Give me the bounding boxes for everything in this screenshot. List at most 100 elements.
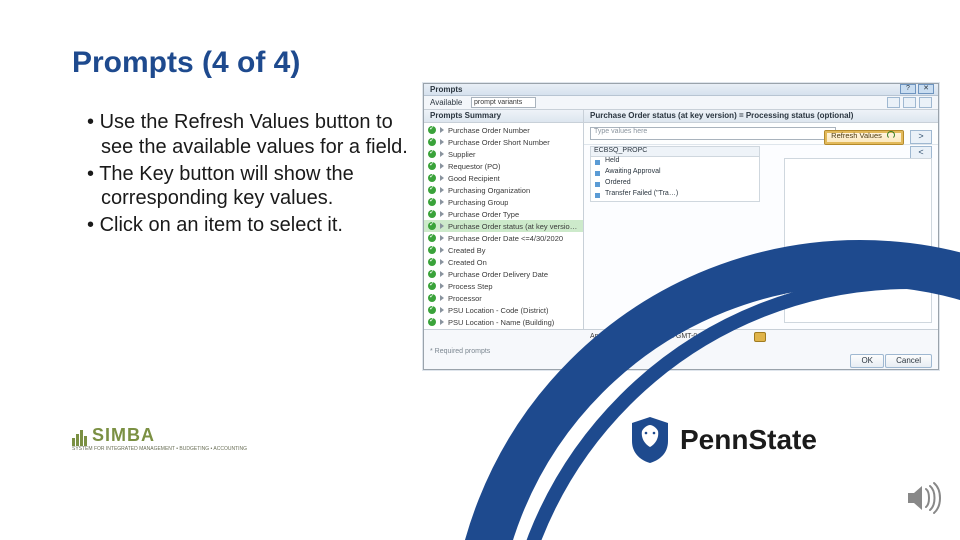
bullet: Click on an item to select it.	[101, 213, 417, 238]
chevron-right-icon	[440, 271, 444, 277]
prompt-row[interactable]: Supplier	[424, 148, 583, 160]
refresh-icon	[887, 131, 895, 139]
prompt-row[interactable]: Requestor (PO)	[424, 160, 583, 172]
chevron-right-icon	[440, 127, 444, 133]
prompt-row[interactable]: Processor	[424, 292, 583, 304]
prompt-row[interactable]: Created On	[424, 256, 583, 268]
prompt-label: PSU Location - Code (District)	[448, 306, 548, 315]
toolbar-button[interactable]	[903, 97, 916, 108]
prompt-label: Process Step	[448, 282, 493, 291]
lov-item[interactable]: Transfer Failed ("Tra…)	[591, 190, 759, 201]
prompts-summary-panel: Prompts Summary Purchase Order NumberPur…	[424, 110, 584, 329]
prompt-label: Purchase Order Number	[448, 126, 530, 135]
prompt-row[interactable]: PSU Location - Name (Building)	[424, 316, 583, 328]
help-button[interactable]: ?	[900, 84, 916, 94]
speaker-icon	[904, 479, 942, 522]
simba-tagline: SYSTEM FOR INTEGRATED MANAGEMENT • BUDGE…	[72, 446, 247, 452]
prompts-list[interactable]: Purchase Order Number Purchase Order Shor…	[424, 123, 583, 329]
check-icon	[428, 246, 436, 254]
prompt-label: PSU Location - Name (Building)	[448, 318, 554, 327]
chevron-right-icon	[440, 283, 444, 289]
prompt-label: Purchase Order Delivery Date	[448, 270, 548, 279]
prompt-row[interactable]: Purchase Order Number	[424, 124, 583, 136]
prompt-row[interactable]: Purchase Order status (at key version) =…	[424, 220, 583, 232]
close-button[interactable]: ✕	[918, 84, 934, 94]
chevron-right-icon	[440, 175, 444, 181]
simba-bars-icon	[72, 425, 88, 446]
prompt-label: Purchasing Group	[448, 198, 508, 207]
prompt-label: Created On	[448, 258, 487, 267]
prompt-label: Purchase Order Type	[448, 210, 519, 219]
chevron-right-icon	[440, 295, 444, 301]
chevron-right-icon	[440, 247, 444, 253]
variant-dropdown[interactable]: prompt variants	[471, 97, 536, 108]
slide-title: Prompts (4 of 4)	[72, 46, 300, 80]
chevron-right-icon	[440, 307, 444, 313]
prompt-label: Purchasing Organization	[448, 186, 530, 195]
check-icon	[428, 126, 436, 134]
prompt-label: Processor	[448, 294, 482, 303]
prompt-label: Purchase Order Short Number	[448, 138, 550, 147]
chevron-right-icon	[440, 259, 444, 265]
prompt-row[interactable]: Purchase Order Type	[424, 208, 583, 220]
add-value-button[interactable]: >	[910, 130, 932, 144]
simba-logo: SIMBA SYSTEM FOR INTEGRATED MANAGEMENT •…	[72, 425, 247, 452]
check-icon	[428, 282, 436, 290]
check-icon	[428, 318, 436, 326]
check-icon	[428, 138, 436, 146]
prompt-row[interactable]: Created By	[424, 244, 583, 256]
chevron-right-icon	[440, 139, 444, 145]
check-icon	[428, 270, 436, 278]
prompt-row[interactable]: Good Recipient	[424, 172, 583, 184]
chevron-right-icon	[440, 163, 444, 169]
lov-item[interactable]: Held	[591, 157, 759, 168]
check-icon	[428, 198, 436, 206]
lov-header: ECBSQ_PROPC	[591, 147, 759, 157]
toolbar-button[interactable]	[919, 97, 932, 108]
prompt-label: Good Recipient	[448, 174, 500, 183]
prompt-row[interactable]: Purchasing Group	[424, 196, 583, 208]
list-of-values[interactable]: ECBSQ_PROPC HeldAwaiting ApprovalOrdered…	[590, 146, 760, 202]
check-icon	[428, 294, 436, 302]
check-icon	[428, 150, 436, 158]
prompt-label: Supplier	[448, 150, 476, 159]
chevron-right-icon	[440, 187, 444, 193]
slide-body: Use the Refresh Values button to see the…	[87, 110, 417, 240]
slide: Prompts (4 of 4) Use the Refresh Values …	[0, 0, 960, 540]
chevron-right-icon	[440, 211, 444, 217]
bullet: The Key button will show the correspondi…	[101, 162, 417, 212]
chevron-right-icon	[440, 151, 444, 157]
prompt-label: Created By	[448, 246, 486, 255]
check-icon	[428, 186, 436, 194]
check-icon	[428, 222, 436, 230]
prompt-row[interactable]: Purchase Order Short Number	[424, 136, 583, 148]
prompt-row[interactable]: PSU Location - Code (District)	[424, 304, 583, 316]
required-note: * Required prompts	[430, 348, 490, 355]
bullet: Use the Refresh Values button to see the…	[101, 110, 417, 160]
prompt-value-header: Purchase Order status (at key version) =…	[584, 110, 938, 123]
prompt-row[interactable]: Purchasing Organization	[424, 184, 583, 196]
prompt-label: Purchase Order Date <=4/30/2020	[448, 234, 563, 243]
check-icon	[428, 174, 436, 182]
dialog-titlebar: Prompts ? ✕	[424, 84, 938, 96]
prompt-label: Requestor (PO)	[448, 162, 501, 171]
value-input[interactable]: Type values here	[590, 127, 836, 140]
chevron-right-icon	[440, 319, 444, 325]
lov-item[interactable]: Awaiting Approval	[591, 168, 759, 179]
check-icon	[428, 210, 436, 218]
prompt-row[interactable]: Process Step	[424, 280, 583, 292]
check-icon	[428, 258, 436, 266]
prompt-row[interactable]: Purchase Order Delivery Date	[424, 268, 583, 280]
simba-word: SIMBA	[92, 425, 155, 445]
available-label: Available	[430, 98, 462, 107]
prompt-row[interactable]: Purchase Order Date <=4/30/2020	[424, 232, 583, 244]
check-icon	[428, 162, 436, 170]
lov-item[interactable]: Ordered	[591, 179, 759, 190]
check-icon	[428, 306, 436, 314]
prompt-label: Purchase Order status (at key version) =…	[448, 222, 579, 231]
chevron-right-icon	[440, 235, 444, 241]
chevron-right-icon	[440, 199, 444, 205]
check-icon	[428, 234, 436, 242]
toolbar-button[interactable]	[887, 97, 900, 108]
refresh-values-button[interactable]: Refresh Values	[824, 130, 904, 145]
